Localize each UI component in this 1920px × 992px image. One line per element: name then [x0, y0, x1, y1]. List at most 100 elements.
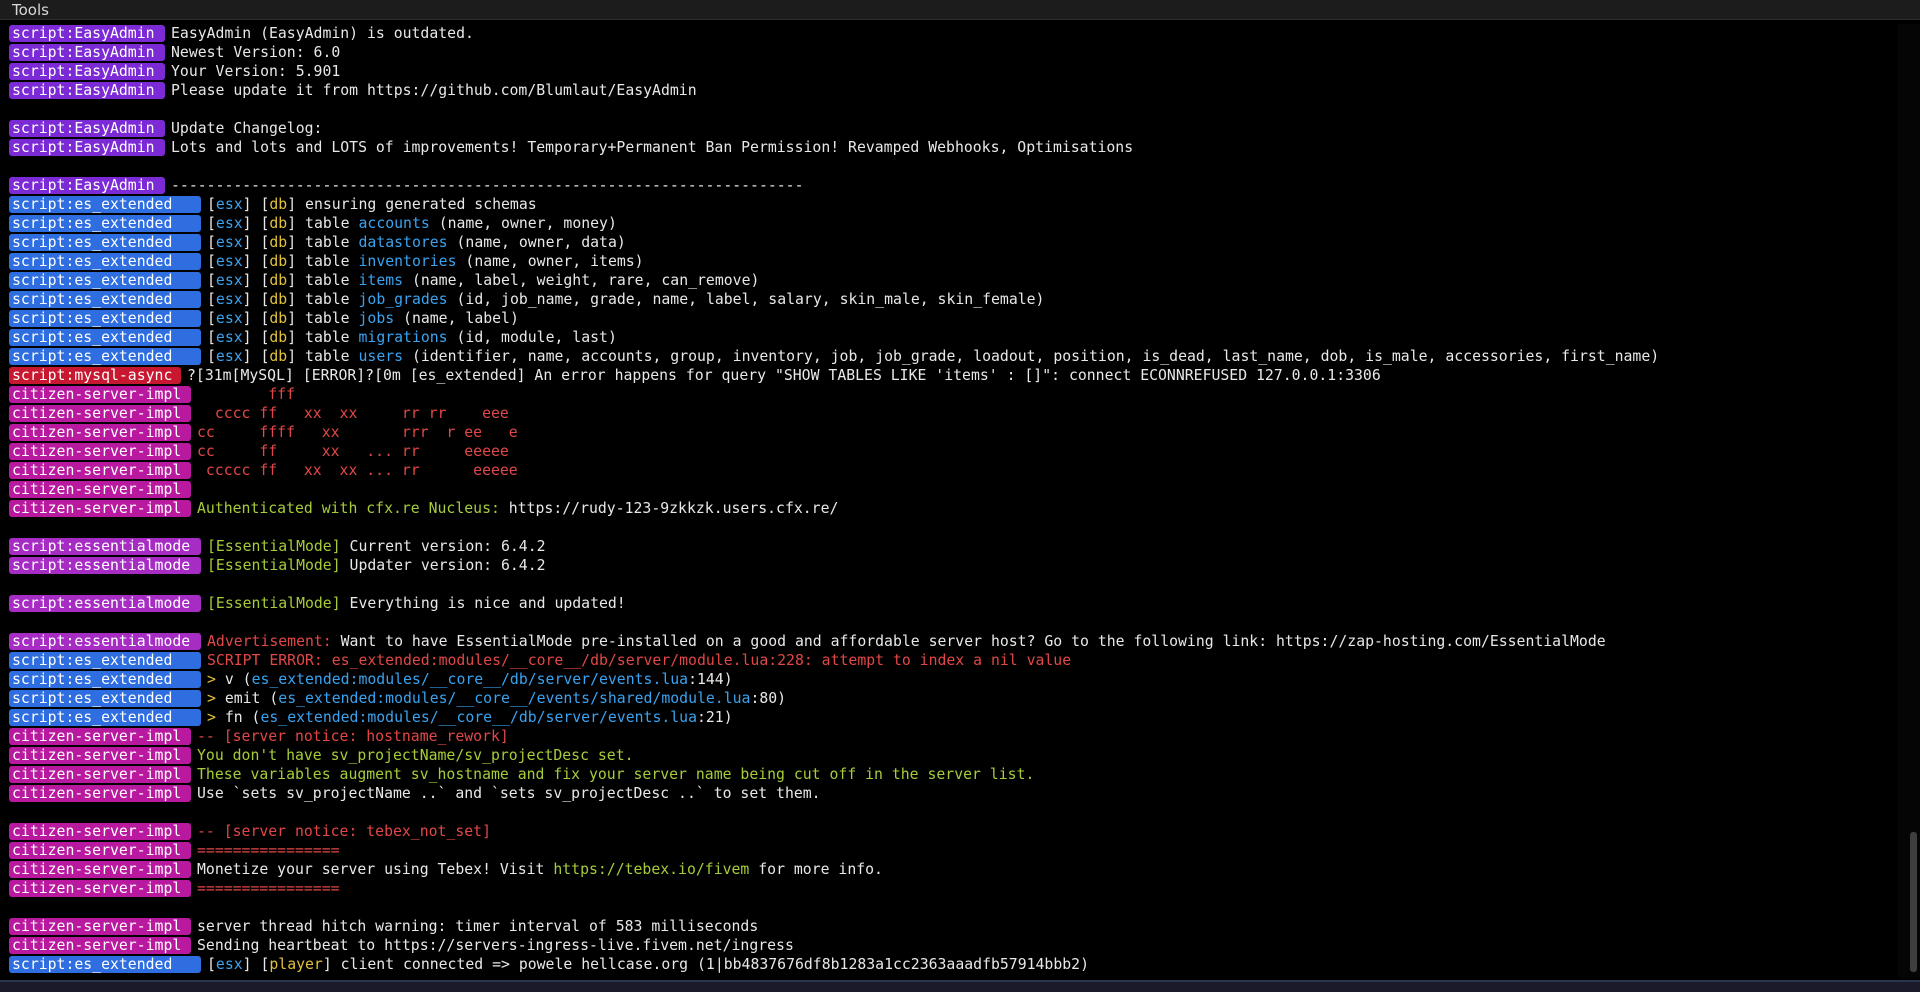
console-input-strip[interactable] — [0, 980, 1920, 992]
log-text: fn ( — [224, 709, 261, 726]
log-text: migrations — [358, 329, 448, 346]
resource-tag: citizen-server-impl — [9, 481, 191, 498]
log-text: -- [server notice: hostname_rework] — [197, 728, 509, 745]
log-text: ================ — [197, 842, 340, 859]
resource-tag: citizen-server-impl — [9, 462, 191, 479]
log-text: for more info. — [749, 861, 883, 878]
resource-tag: script:es_extended — [9, 709, 201, 726]
log-text: Updater version: 6.4.2 — [340, 557, 546, 574]
resource-tag: script:EasyAdmin — [9, 25, 165, 42]
resource-tag: script:es_extended — [9, 196, 201, 213]
resource-tag: script:mysql-async — [9, 367, 181, 384]
log-text: You don't have sv_projectName/sv_project… — [197, 747, 634, 764]
resource-tag: script:es_extended — [9, 956, 201, 973]
console-line: citizen-server-impl cccc ff xx xx rr rr … — [0, 404, 1898, 423]
console-line: script:es_extended SCRIPT ERROR: es_exten… — [0, 651, 1898, 670]
resource-tag: citizen-server-impl — [9, 918, 191, 935]
log-text: [EssentialMode] — [207, 595, 341, 612]
scrollbar-thumb[interactable] — [1910, 832, 1917, 972]
resource-tag: citizen-server-impl — [9, 842, 191, 859]
console-line: script:EasyAdmin EasyAdmin (EasyAdmin) is… — [0, 24, 1898, 43]
resource-tag: script:essentialmode — [9, 595, 201, 612]
log-text: ] [ — [242, 272, 270, 289]
log-text: [ — [207, 310, 216, 327]
log-text: ] table — [287, 348, 359, 365]
log-text: ] table — [287, 215, 359, 232]
log-text: ] [ — [242, 956, 270, 973]
log-text: es_extended:modules/__core__/db/server/e… — [251, 671, 689, 688]
log-text: Your Version: 5.901 — [171, 63, 341, 80]
log-text: Please update it from https://github.com… — [171, 82, 697, 99]
console-output[interactable]: script:EasyAdmin EasyAdmin (EasyAdmin) is… — [0, 24, 1898, 978]
log-text: SCRIPT ERROR: es_extended:modules/__core… — [207, 652, 1072, 669]
log-text: esx — [215, 215, 243, 232]
resource-tag: citizen-server-impl — [9, 747, 191, 764]
log-text: ] client connected => powele hellcase.or… — [322, 956, 1089, 973]
log-text: esx — [215, 196, 243, 213]
log-text: jobs — [358, 310, 395, 327]
log-text: player — [269, 956, 323, 973]
log-text: Update Changelog: — [171, 120, 323, 137]
log-text: job_grades — [358, 291, 448, 308]
log-text: :80) — [750, 690, 787, 707]
log-text: [ — [207, 291, 216, 308]
resource-tag: script:es_extended — [9, 671, 201, 688]
log-text: https://tebex.io/fivem — [553, 861, 750, 878]
log-text: cccc ff xx xx rr rr eee — [197, 405, 509, 422]
resource-tag: script:EasyAdmin — [9, 139, 165, 156]
resource-tag: script:essentialmode — [9, 557, 201, 574]
log-text: Newest Version: 6.0 — [171, 44, 341, 61]
log-text: db — [269, 348, 288, 365]
log-text: esx — [215, 291, 243, 308]
log-text: [ — [207, 196, 216, 213]
resource-tag: script:es_extended — [9, 690, 201, 707]
log-text: (id, module, last) — [447, 329, 617, 346]
resource-tag: script:EasyAdmin — [9, 177, 165, 194]
console-line: citizen-server-impl -- [server notice: te… — [0, 822, 1898, 841]
log-text: (name, label) — [394, 310, 519, 327]
log-text: db — [269, 291, 288, 308]
log-text: [ — [207, 215, 216, 232]
log-text: db — [269, 215, 288, 232]
resource-tag: script:essentialmode — [9, 633, 201, 650]
console-line: script:es_extended [esx] [db] table migra… — [0, 328, 1898, 347]
log-text: https://rudy-123-9zkkzk.users.cfx.re/ — [508, 500, 839, 517]
resource-tag: script:EasyAdmin — [9, 44, 165, 61]
log-text: es_extended:modules/__core__/db/server/e… — [260, 709, 697, 726]
resource-tag: script:es_extended — [9, 310, 201, 327]
log-text: (name, owner, items) — [456, 253, 644, 270]
log-text: (id, job_name, grade, name, label, salar… — [447, 291, 1045, 308]
console-line: script:es_extended [esx] [db] table users… — [0, 347, 1898, 366]
log-text: (identifier, name, accounts, group, inve… — [403, 348, 1660, 365]
console-line: script:essentialmode Advertisement: Want … — [0, 632, 1898, 651]
log-text: ] [ — [242, 234, 270, 251]
console-line: script:es_extended [esx] [db] table job_g… — [0, 290, 1898, 309]
log-text: ] table — [287, 291, 359, 308]
log-text: db — [269, 329, 288, 346]
log-text: v ( — [224, 671, 252, 688]
console-line: citizen-server-impl Monetize your server … — [0, 860, 1898, 879]
log-text: server thread hitch warning: timer inter… — [197, 918, 759, 935]
console-scrollbar[interactable] — [1898, 24, 1920, 978]
console-line: citizen-server-impl These variables augme… — [0, 765, 1898, 784]
log-text: Monetize your server using Tebex! Visit — [197, 861, 554, 878]
log-text: ] [ — [242, 329, 270, 346]
resource-tag: citizen-server-impl — [9, 728, 191, 745]
log-text: accounts — [358, 215, 430, 232]
log-text: Lots and lots and LOTS of improvements! … — [171, 139, 1134, 156]
console-line: script:essentialmode [EssentialMode] Upda… — [0, 556, 1898, 575]
resource-tag: script:es_extended — [9, 234, 201, 251]
console-line: citizen-server-impl -- [server notice: ho… — [0, 727, 1898, 746]
console-line: script:EasyAdmin Lots and lots and LOTS o… — [0, 138, 1898, 157]
log-text: ] table — [287, 234, 359, 251]
log-text: esx — [215, 253, 243, 270]
resource-tag: citizen-server-impl — [9, 861, 191, 878]
log-text: [ — [207, 348, 216, 365]
console-line: citizen-server-impl ================ — [0, 841, 1898, 860]
log-text: fff — [197, 386, 295, 403]
tools-menu[interactable]: Tools — [12, 1, 49, 19]
